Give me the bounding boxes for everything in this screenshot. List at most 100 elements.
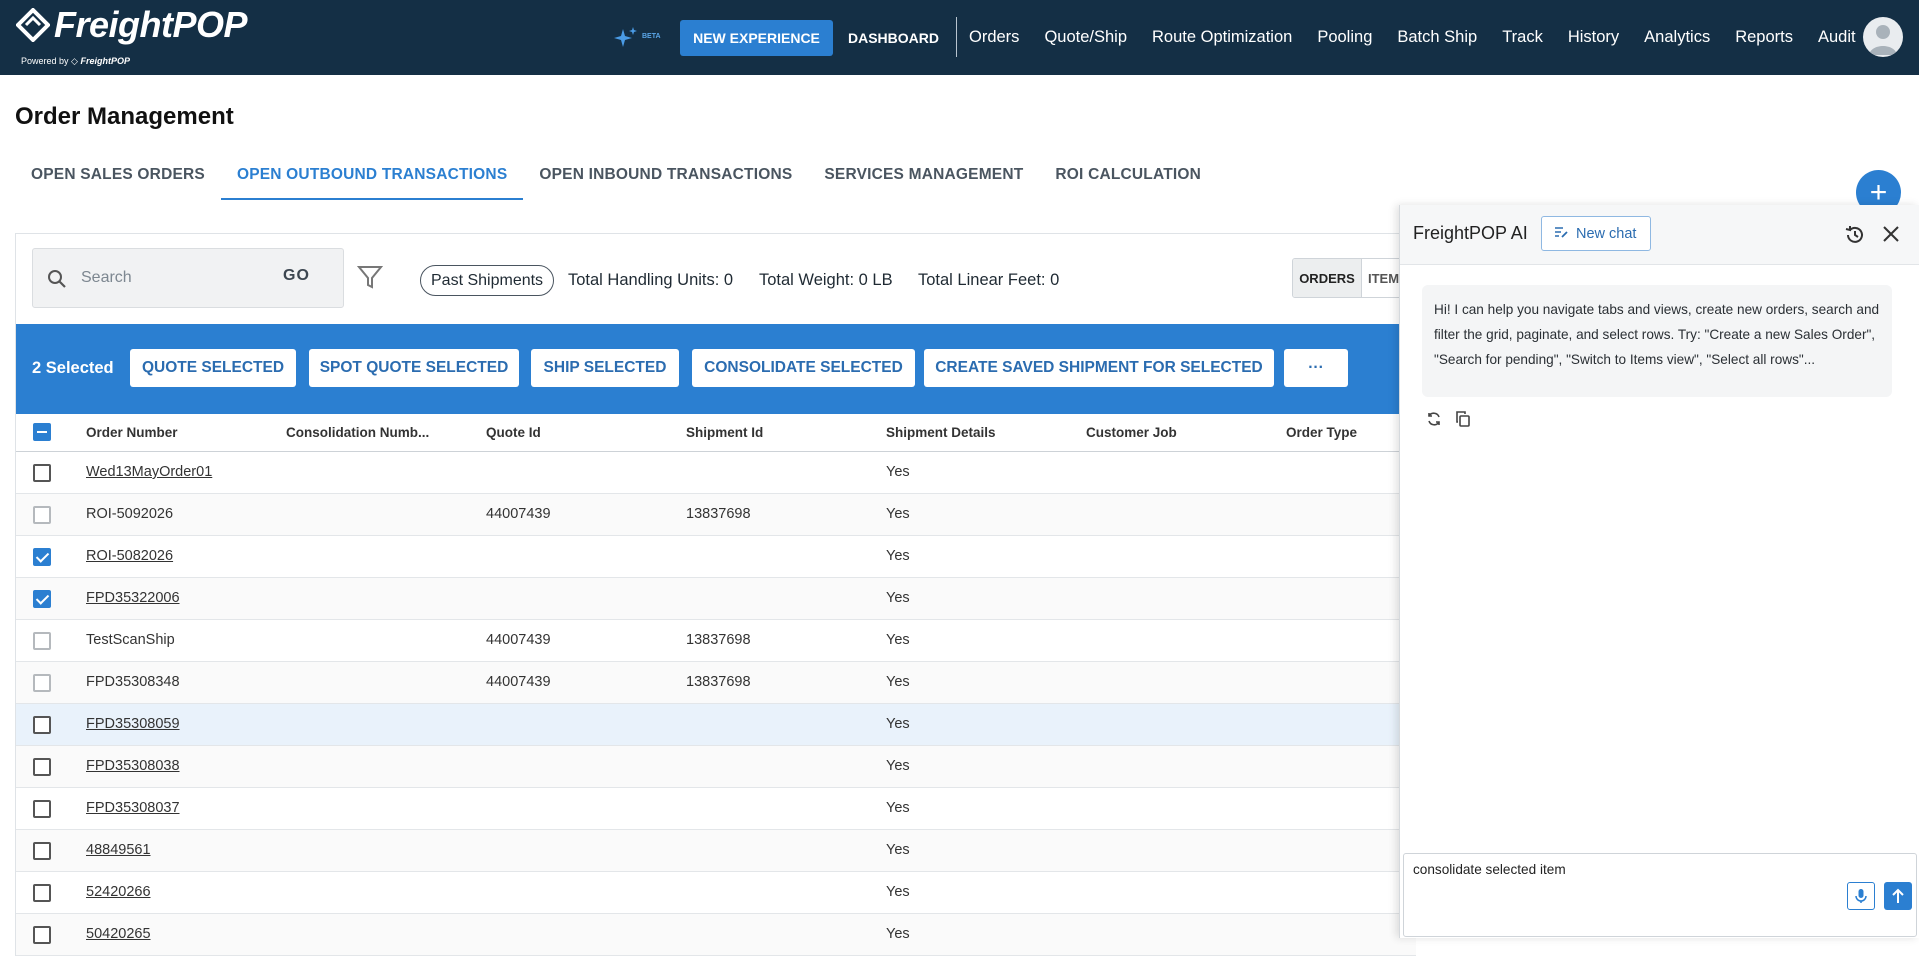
view-toggle: ORDERS ITEMS: [1292, 258, 1416, 298]
arrow-up-icon: [1892, 888, 1904, 903]
row-checkbox: [33, 674, 51, 692]
row-checkbox[interactable]: [33, 464, 51, 482]
col-consolidation-number[interactable]: Consolidation Numb...: [286, 425, 429, 440]
tab-services-management[interactable]: SERVICES MANAGEMENT: [808, 158, 1039, 200]
order-number-cell: TestScanShip: [86, 632, 175, 648]
tab-open-sales-orders[interactable]: OPEN SALES ORDERS: [15, 158, 221, 200]
shipment-details-cell: Yes: [886, 632, 910, 648]
search-go-button[interactable]: GO: [283, 267, 310, 285]
ai-assistant-panel: FreightPOP AI New chat Hi! I can help yo…: [1399, 205, 1919, 938]
shipment-id-cell: 13837698: [686, 506, 751, 522]
table-row[interactable]: FPD35308348 44007439 13837698 Yes: [16, 662, 1416, 704]
row-checkbox[interactable]: [33, 884, 51, 902]
dashboard-button[interactable]: DASHBOARD: [848, 20, 939, 56]
row-checkbox[interactable]: [33, 926, 51, 944]
order-number-link[interactable]: 50420265: [86, 926, 151, 942]
col-shipment-details[interactable]: Shipment Details: [886, 425, 996, 440]
row-checkbox[interactable]: [33, 800, 51, 818]
selection-action-bar: 2 Selected QUOTE SELECTED SPOT QUOTE SEL…: [16, 324, 1416, 414]
row-checkbox: [33, 506, 51, 524]
col-shipment-id[interactable]: Shipment Id: [686, 425, 763, 440]
col-order-number[interactable]: Order Number: [86, 425, 178, 440]
filter-icon[interactable]: [357, 264, 383, 290]
table-row[interactable]: FPD35308037 Yes: [16, 788, 1416, 830]
order-number-link[interactable]: FPD35308059: [86, 716, 180, 732]
nav-pooling[interactable]: Pooling: [1317, 28, 1372, 47]
close-icon[interactable]: [1881, 224, 1901, 244]
page-title: Order Management: [15, 103, 234, 130]
powered-by: Powered by ◇ FreightPOP: [21, 56, 130, 66]
ship-selected-button[interactable]: SHIP SELECTED: [531, 349, 679, 387]
nav-track[interactable]: Track: [1502, 28, 1543, 47]
table-row[interactable]: 52420266 Yes: [16, 872, 1416, 914]
orders-view-button[interactable]: ORDERS: [1293, 259, 1361, 297]
shipment-details-cell: Yes: [886, 842, 910, 858]
table-row[interactable]: FPD35308038 Yes: [16, 746, 1416, 788]
row-checkbox[interactable]: [33, 548, 51, 566]
microphone-button[interactable]: [1847, 882, 1875, 910]
table-row[interactable]: Wed13MayOrder01 Yes: [16, 452, 1416, 494]
tab-open-outbound-transactions[interactable]: OPEN OUTBOUND TRANSACTIONS: [220, 158, 524, 200]
new-chat-button[interactable]: New chat: [1541, 216, 1651, 251]
shipment-id-cell: 13837698: [686, 632, 751, 648]
nav-reports[interactable]: Reports: [1735, 28, 1793, 47]
new-chat-icon: [1554, 225, 1568, 243]
table-row[interactable]: FPD35308059 Yes: [16, 704, 1416, 746]
ai-beta-badge[interactable]: BETA: [612, 26, 661, 50]
nav-route-optimization[interactable]: Route Optimization: [1152, 28, 1292, 47]
select-all-checkbox[interactable]: [33, 423, 51, 441]
order-number-link[interactable]: 48849561: [86, 842, 151, 858]
col-quote-id[interactable]: Quote Id: [486, 425, 541, 440]
nav-batch-ship[interactable]: Batch Ship: [1397, 28, 1477, 47]
row-checkbox[interactable]: [33, 758, 51, 776]
shipment-details-cell: Yes: [886, 884, 910, 900]
shipment-details-cell: Yes: [886, 674, 910, 690]
consolidate-selected-button[interactable]: CONSOLIDATE SELECTED: [692, 349, 915, 387]
order-number-link[interactable]: ROI-5082026: [86, 548, 173, 564]
nav-analytics[interactable]: Analytics: [1644, 28, 1710, 47]
row-checkbox[interactable]: [33, 716, 51, 734]
send-button[interactable]: [1884, 882, 1912, 910]
new-experience-button[interactable]: NEW EXPERIENCE: [680, 20, 833, 56]
tab-roi-calculation[interactable]: ROI CALCULATION: [1039, 158, 1217, 200]
order-number-cell: FPD35308348: [86, 674, 180, 690]
order-number-link[interactable]: 52420266: [86, 884, 151, 900]
table-row[interactable]: 50420265 Yes: [16, 914, 1416, 956]
table-row[interactable]: FPD35322006 Yes: [16, 578, 1416, 620]
quote-selected-button[interactable]: QUOTE SELECTED: [130, 349, 296, 387]
freightpop-logo[interactable]: FreightPOP Powered by ◇ FreightPOP: [14, 2, 248, 72]
row-checkbox[interactable]: [33, 842, 51, 860]
past-shipments-chip[interactable]: Past Shipments: [420, 265, 555, 296]
nav-audit[interactable]: Audit: [1818, 28, 1856, 47]
row-checkbox: [33, 632, 51, 650]
refresh-icon[interactable]: [1426, 411, 1442, 427]
row-checkbox[interactable]: [33, 590, 51, 608]
order-number-link[interactable]: FPD35308038: [86, 758, 180, 774]
table-row[interactable]: ROI-5082026 Yes: [16, 536, 1416, 578]
table-row[interactable]: TestScanShip 44007439 13837698 Yes: [16, 620, 1416, 662]
search-input[interactable]: [81, 263, 271, 293]
search-icon: [48, 270, 66, 288]
quote-id-cell: 44007439: [486, 674, 551, 690]
ai-chat-input[interactable]: consolidate selected item: [1403, 853, 1917, 937]
copy-icon[interactable]: [1455, 411, 1471, 427]
tab-open-inbound-transactions[interactable]: OPEN INBOUND TRANSACTIONS: [523, 158, 808, 200]
history-icon[interactable]: [1844, 224, 1866, 246]
table-row[interactable]: ROI-5092026 44007439 13837698 Yes: [16, 494, 1416, 536]
nav-quote-ship[interactable]: Quote/Ship: [1044, 28, 1127, 47]
nav-orders[interactable]: Orders: [969, 28, 1019, 47]
col-order-type[interactable]: Order Type: [1286, 425, 1357, 440]
order-number-link[interactable]: FPD35322006: [86, 590, 180, 606]
grid-header: Order Number Consolidation Numb... Quote…: [16, 414, 1416, 452]
logo-diamond-icon: [16, 8, 50, 42]
order-number-link[interactable]: Wed13MayOrder01: [86, 464, 212, 480]
more-actions-button[interactable]: ···: [1284, 349, 1348, 387]
nav-history[interactable]: History: [1568, 28, 1619, 47]
user-avatar[interactable]: [1863, 17, 1903, 57]
table-row[interactable]: 48849561 Yes: [16, 830, 1416, 872]
col-customer-job[interactable]: Customer Job: [1086, 425, 1177, 440]
spot-quote-selected-button[interactable]: SPOT QUOTE SELECTED: [309, 349, 519, 387]
nav-divider: [956, 17, 957, 57]
order-number-link[interactable]: FPD35308037: [86, 800, 180, 816]
create-saved-shipment-button[interactable]: CREATE SAVED SHIPMENT FOR SELECTED: [924, 349, 1274, 387]
